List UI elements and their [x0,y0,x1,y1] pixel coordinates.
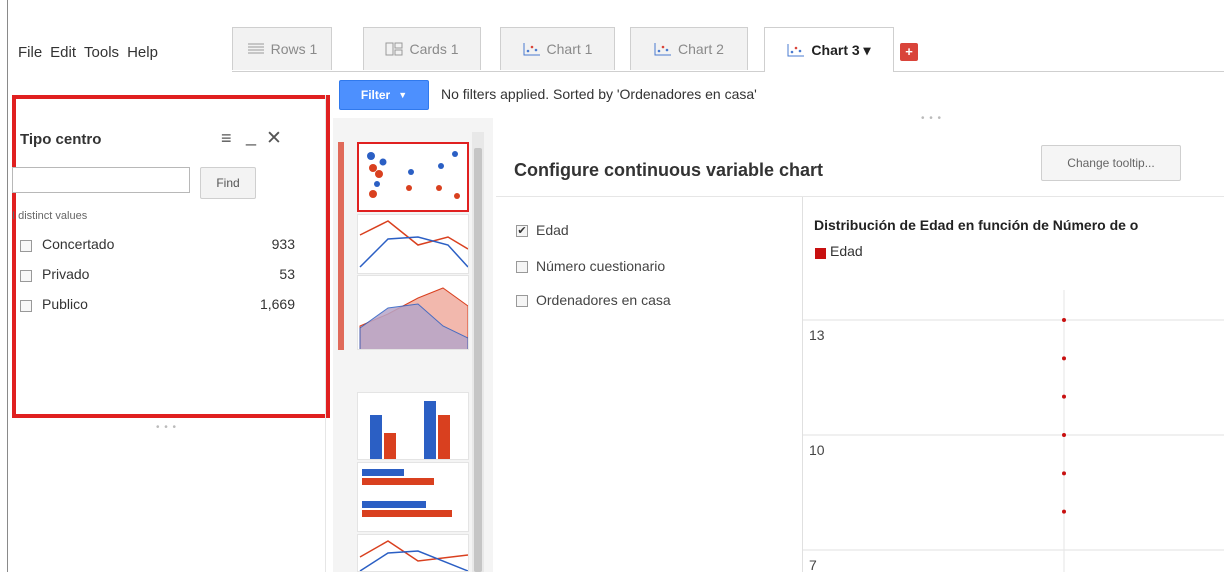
chart-icon [787,44,805,57]
line-chart-thumbnail[interactable] [357,214,469,274]
chart-icon [654,43,672,56]
facet-item-label: Publico [42,296,88,312]
facet-item-count: 1,669 [259,296,295,312]
tab-cards-1[interactable]: Cards 1 [363,27,481,70]
facet-item-label: Privado [42,266,90,282]
checkbox[interactable] [20,240,32,252]
scrollbar-thumb[interactable] [474,148,482,572]
checkbox[interactable] [20,300,32,312]
chart-title: Distribución de Edad en función de Númer… [814,217,1139,233]
distinct-values-label: I distinct values [12,210,88,222]
tab-chart-3[interactable]: Chart 3 ▾ [764,27,894,72]
facet-item-privado[interactable]: Privado 53 [20,266,295,288]
selection-accent [338,142,344,350]
filter-button[interactable]: Filter ▼ [339,80,429,110]
resize-handle[interactable]: • • • [156,422,177,433]
data-point[interactable] [1062,394,1066,399]
horizontal-bar-chart-thumbnail[interactable] [357,462,469,532]
facet-item-publico[interactable]: Publico 1,669 [20,296,295,318]
data-point[interactable] [1062,318,1066,322]
tab-label: Rows 1 [270,41,318,57]
bar-chart-thumbnail[interactable] [357,392,469,460]
data-point[interactable] [1062,433,1066,437]
menu-tools[interactable]: Tools [84,44,119,64]
rows-icon [247,43,264,54]
data-point[interactable] [1062,509,1066,514]
tab-rows-1[interactable]: Rows 1 [232,27,332,70]
legend-label: Edad [830,243,863,259]
tab-chart-2[interactable]: Chart 2 [630,27,748,70]
resize-handle[interactable]: • • • [921,113,942,124]
facet-item-count: 53 [279,266,295,282]
y-tick-label: 10 [809,442,825,458]
config-title: Configure continuous variable chart [514,160,824,180]
facet-search-input[interactable] [12,167,190,193]
line-chart-thumbnail-2[interactable] [357,534,469,572]
tab-label: Chart 3 ▾ [811,41,871,58]
facet-item-label: Concertado [42,236,115,252]
y-tick-label: 7 [809,557,817,572]
facet-item-concertado[interactable]: Concertado 933 [20,236,295,258]
column-divider [325,95,326,572]
area-chart-thumbnail[interactable] [357,275,469,350]
filter-label: Filter [360,88,391,102]
add-tab-button[interactable]: + [900,43,918,61]
chart-icon [523,43,540,56]
chevron-down-icon: ▼ [398,90,408,100]
find-button[interactable]: Find [200,167,256,199]
variable-label: Edad [536,222,569,238]
menu-bar: File Edit Tools Help [18,44,158,64]
data-point[interactable] [1062,471,1066,476]
checkbox[interactable] [516,261,528,273]
menu-file[interactable]: File [18,44,42,64]
legend-swatch [815,248,826,259]
menu-icon[interactable]: ≡ [221,128,232,149]
tab-label: Chart 1 [546,41,593,57]
scatter-chart-thumbnail[interactable] [357,142,469,212]
variable-label: Número cuestionario [536,258,666,274]
data-point[interactable] [1062,356,1066,361]
filter-status: No filters applied. Sorted by 'Ordenador… [441,86,757,102]
facet-title: Tipo centro [20,131,102,148]
menu-help[interactable]: Help [127,44,158,64]
minimize-icon[interactable]: _ [246,126,256,147]
window-edge [7,0,8,572]
variable-label: Ordenadores en casa [536,292,671,308]
scatter-plot: 13 10 7 [802,290,1224,572]
tab-bar: Rows 1 Cards 1 Chart 1 Chart 2 Chart 3 ▾ [232,27,1224,72]
tab-label: Chart 2 [678,41,724,57]
tab-label: Cards 1 [409,41,459,57]
checkbox[interactable] [516,295,528,307]
facet-item-count: 933 [271,236,295,252]
cards-icon [385,42,403,56]
checkbox[interactable] [20,270,32,282]
y-tick-label: 13 [809,327,825,343]
menu-edit[interactable]: Edit [50,44,76,64]
change-tooltip-button[interactable]: Change tooltip... [1041,145,1181,181]
close-icon[interactable]: ✕ [266,127,282,150]
checkbox-checked[interactable]: ✔ [516,225,528,237]
tab-chart-1[interactable]: Chart 1 [500,27,615,70]
